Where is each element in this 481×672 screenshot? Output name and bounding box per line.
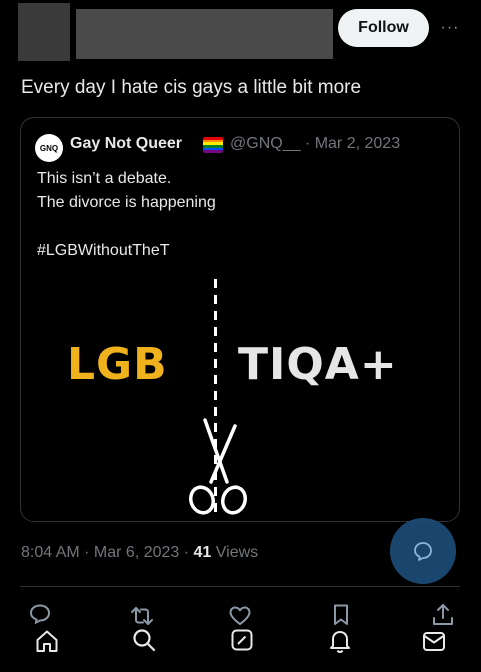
quoted-author-avatar[interactable]: GNQ <box>35 134 63 162</box>
quoted-text-line-2: The divorce is happening <box>37 194 216 211</box>
image-tiqa-text: TIQA+ <box>238 339 398 390</box>
tweet-timestamp[interactable]: 8:04 AM · Mar 6, 2023 · 41 Views <box>21 544 258 562</box>
quoted-author-name[interactable]: Gay Not Queer <box>70 135 182 153</box>
timestamp-text[interactable]: 8:04 AM · Mar 6, 2023 · <box>21 544 194 561</box>
quoted-tweet-card[interactable]: GNQ Gay Not Queer @GNQ__ · Mar 2, 2023 T… <box>20 117 460 522</box>
author-name-redacted[interactable] <box>76 9 333 59</box>
bookmark-icon[interactable] <box>328 602 354 628</box>
views-count: 41 <box>193 544 212 561</box>
author-avatar[interactable] <box>18 3 70 61</box>
divider <box>20 586 460 587</box>
tweet-text: Every day I hate cis gays a little bit m… <box>21 77 362 98</box>
image-lgb-text: LGB <box>67 339 168 390</box>
rainbow-flag-icon <box>203 137 223 153</box>
quoted-image[interactable]: LGB TIQA+ <box>21 273 459 521</box>
share-icon[interactable] <box>430 602 456 628</box>
reply-icon[interactable] <box>27 601 53 627</box>
notifications-icon[interactable] <box>327 628 353 654</box>
home-icon[interactable] <box>34 628 60 654</box>
search-icon[interactable] <box>131 627 157 653</box>
quoted-text-line-1: This isn’t a debate. <box>37 170 172 187</box>
follow-button[interactable]: Follow <box>338 9 429 47</box>
like-icon[interactable] <box>227 603 253 629</box>
more-options-icon[interactable]: ··· <box>437 16 463 40</box>
messages-icon[interactable] <box>421 628 447 654</box>
reply-fab-icon <box>414 542 432 561</box>
retweet-icon[interactable] <box>129 603 155 629</box>
quoted-handle-date[interactable]: @GNQ__ · Mar 2, 2023 <box>230 135 400 153</box>
compose-icon[interactable] <box>229 627 255 653</box>
compose-reply-button[interactable] <box>390 518 456 584</box>
quoted-hashtag[interactable]: #LGBWithoutTheT <box>37 242 170 260</box>
scissors-icon <box>188 418 248 515</box>
views-label: Views <box>211 544 259 561</box>
